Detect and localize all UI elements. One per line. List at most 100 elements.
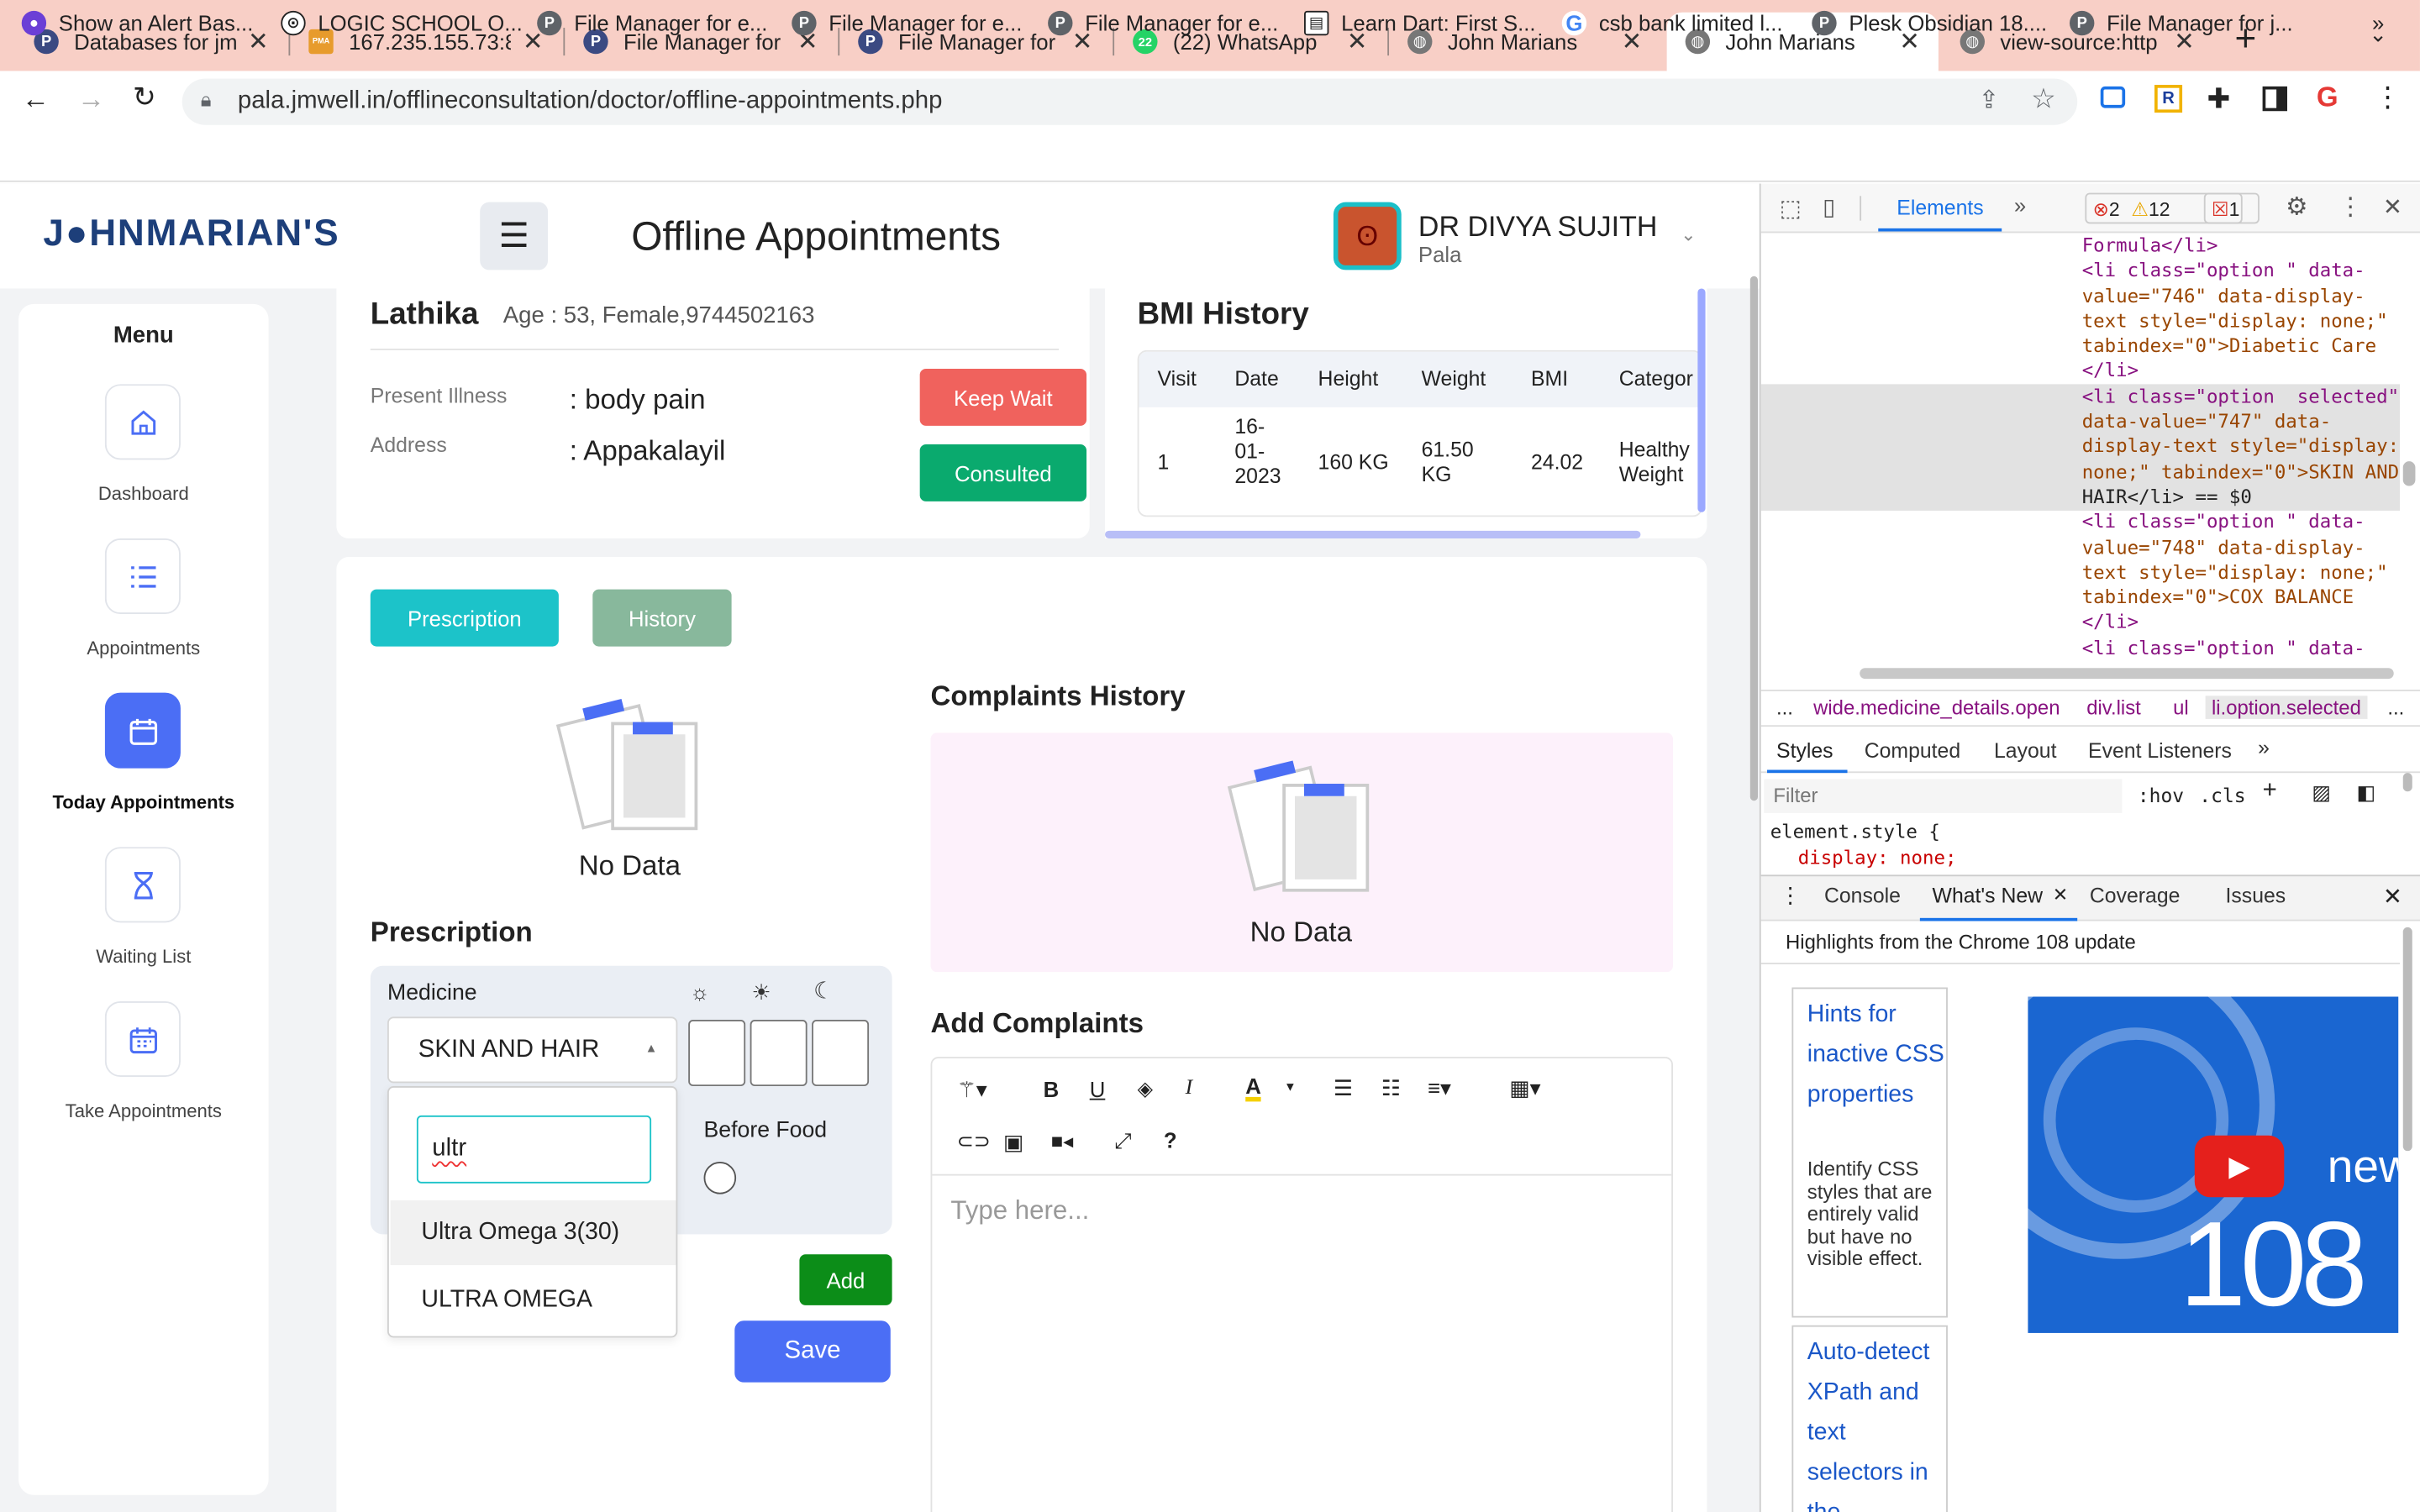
numbered-list-icon[interactable]: ☷ — [1381, 1075, 1401, 1101]
link-icon[interactable]: ⊂⊃ — [957, 1129, 991, 1153]
tab-styles[interactable]: Styles — [1776, 739, 1833, 763]
share-icon[interactable]: ⇪ — [1979, 85, 2000, 116]
drawer-scrollbar[interactable] — [2402, 927, 2412, 1152]
bookmark[interactable]: ⊙ LOGIC SCHOOL O... — [281, 10, 523, 36]
close-icon[interactable]: ✕ — [2383, 193, 2402, 220]
chevron-down-icon[interactable]: ▼ — [1284, 1080, 1297, 1095]
code-line[interactable]: </li> — [2082, 359, 2399, 384]
consulted-button[interactable]: Consulted — [919, 444, 1087, 501]
elements-hscrollbar[interactable] — [1860, 668, 2394, 680]
sidebar-item-dashboard[interactable]: Dashboard — [18, 483, 269, 505]
code-line[interactable]: Formula</li> — [2082, 233, 2399, 258]
plus-icon[interactable]: + — [2263, 778, 2277, 806]
tab-prescription[interactable]: Prescription — [370, 589, 559, 647]
fullscreen-icon[interactable]: ⤢ — [1114, 1128, 1132, 1154]
more-tabs-icon[interactable]: » — [2258, 736, 2270, 759]
bookmark[interactable]: ● Show an Alert Bas... — [21, 10, 253, 36]
hamburger-menu-button[interactable]: ☰ — [480, 202, 549, 270]
code-line[interactable]: HAIR</li> == $0 — [2082, 485, 2399, 510]
table-icon[interactable]: ▦▾ — [1509, 1075, 1540, 1101]
bookmarks-overflow-icon[interactable]: » — [2372, 11, 2384, 35]
code-line[interactable]: </li> — [2082, 610, 2399, 635]
bmi-vertical-scrollbar[interactable] — [1697, 288, 1706, 512]
extension-r-icon[interactable]: R — [2154, 85, 2183, 113]
code-line[interactable]: tabindex="0">Diabetic Care — [2082, 333, 2399, 359]
whats-new-card[interactable]: Auto-detect XPath and text selectors in … — [1791, 1325, 1948, 1512]
gear-icon[interactable]: ⚙ — [2286, 192, 2307, 223]
code-line[interactable]: data-value="747" data- — [2082, 409, 2399, 434]
elements-scrollbar[interactable] — [2402, 461, 2416, 486]
breadcrumb-item[interactable]: wide.medicine_details.open — [1813, 696, 2060, 719]
code-line[interactable]: <li class="option " data- — [2082, 258, 2399, 283]
code-line[interactable]: <li class="option selected" — [2082, 384, 2399, 409]
device-icon[interactable]: ▯ — [1823, 193, 1835, 220]
code-line[interactable]: display-text style="display: — [2082, 434, 2399, 459]
complaints-textarea[interactable]: Type here... — [932, 1177, 1671, 1512]
calendar-icon[interactable] — [104, 692, 181, 769]
drawer-menu-icon[interactable]: ⋮ — [1780, 883, 1802, 909]
doctor-name[interactable]: DR DIVYA SUJITH — [1418, 210, 1657, 244]
breadcrumb-item[interactable]: ... — [2387, 696, 2404, 719]
code-line[interactable]: value="748" data-display- — [2082, 535, 2399, 560]
video-thumbnail[interactable]: ▶ new 108 — [2028, 996, 2399, 1333]
bullet-list-icon[interactable]: ☰ — [1334, 1075, 1353, 1101]
bookmark[interactable]: P File Manager for e... — [1048, 10, 1278, 36]
bookmark[interactable]: ▤ Learn Dart: First S... — [1304, 10, 1536, 36]
extension-g-icon[interactable]: G — [2317, 81, 2338, 114]
image-icon[interactable]: ▣ — [1003, 1129, 1023, 1155]
list-icon[interactable] — [104, 538, 181, 615]
dropdown-option-highlight[interactable]: Ultra Omega 3(30) — [390, 1200, 676, 1266]
close-icon[interactable]: ✕ — [2383, 883, 2402, 910]
before-food-radio[interactable] — [703, 1162, 737, 1194]
italic-icon[interactable]: I — [1186, 1077, 1193, 1101]
eraser-icon[interactable]: ◈ — [1138, 1077, 1153, 1101]
breadcrumb-item[interactable]: ... — [1776, 696, 1793, 719]
play-icon[interactable]: ▶ — [2194, 1135, 2285, 1198]
bookmark[interactable]: Gcsb bank limited l... — [1561, 10, 1783, 36]
bold-icon[interactable]: B — [1044, 1077, 1060, 1101]
medicine-select[interactable]: SKIN AND HAIR ▲ — [387, 1016, 678, 1084]
bmi-horizontal-scrollbar[interactable] — [1105, 530, 1641, 539]
page-scrollbar[interactable] — [1749, 276, 1759, 801]
issues-badge[interactable]: ☒1 — [2203, 192, 2260, 224]
chevron-down-icon[interactable]: ⌄ — [1681, 223, 1696, 245]
sidebar-toggle-icon[interactable]: ◧ — [2357, 780, 2376, 805]
sidepanel-icon[interactable] — [2262, 86, 2287, 112]
paint-icon[interactable]: ▨ — [2312, 780, 2331, 805]
tab-layout[interactable]: Layout — [1994, 739, 2056, 763]
sidebar-item-waiting-list[interactable]: Waiting List — [18, 946, 269, 968]
breadcrumb-item[interactable]: div.list — [2086, 696, 2141, 719]
tab-issues[interactable]: Issues — [2226, 884, 2286, 907]
puzzle-icon[interactable]: ✚ — [2207, 83, 2230, 116]
code-line[interactable]: value="746" data-display- — [2082, 283, 2399, 308]
code-line[interactable]: none;" tabindex="0">SKIN AND — [2082, 459, 2399, 485]
close-icon[interactable]: ✕ — [2053, 884, 2068, 906]
dropdown-option[interactable]: ULTRA OMEGA — [391, 1268, 676, 1333]
hov-toggle[interactable]: :hov — [2138, 784, 2184, 807]
forward-icon[interactable]: → — [77, 83, 105, 116]
sidebar-item-today-appointments[interactable]: Today Appointments — [18, 791, 269, 813]
dose-night-input[interactable] — [812, 1020, 870, 1087]
help-icon[interactable]: ? — [1164, 1128, 1177, 1152]
calendar-grid-icon[interactable] — [104, 1001, 181, 1078]
hourglass-icon[interactable] — [104, 847, 181, 923]
styles-scrollbar[interactable] — [2402, 773, 2412, 792]
tab-whats-new[interactable]: What's New — [1933, 884, 2043, 907]
tab-event-listeners[interactable]: Event Listeners — [2088, 739, 2232, 763]
tab-console[interactable]: Console — [1824, 884, 1901, 907]
bookmark[interactable]: P File Manager for j... — [2070, 10, 2293, 36]
medicine-search-input[interactable]: ultr — [416, 1115, 652, 1184]
doctor-avatar[interactable]: ʘ — [1333, 202, 1402, 270]
breadcrumb-item[interactable]: li.option.selected — [2205, 696, 2368, 719]
tab-elements[interactable]: Elements — [1897, 196, 1983, 219]
add-button[interactable]: Add — [799, 1254, 892, 1305]
address-bar[interactable]: pala.jmwell.in/offlineconsultation/docto… — [182, 78, 2078, 125]
bookmark[interactable]: P Plesk Obsidian 18.... — [1812, 10, 2047, 36]
align-icon[interactable]: ≡▾ — [1428, 1075, 1451, 1101]
dose-noon-input[interactable] — [750, 1020, 808, 1087]
tab-coverage[interactable]: Coverage — [2090, 884, 2181, 907]
bookmark[interactable]: P File Manager for e... — [792, 10, 1022, 36]
more-tabs-icon[interactable]: » — [2014, 193, 2026, 218]
sidebar-item-take-appointments[interactable]: Take Appointments — [18, 1100, 269, 1122]
keep-wait-button[interactable]: Keep Wait — [919, 368, 1087, 426]
